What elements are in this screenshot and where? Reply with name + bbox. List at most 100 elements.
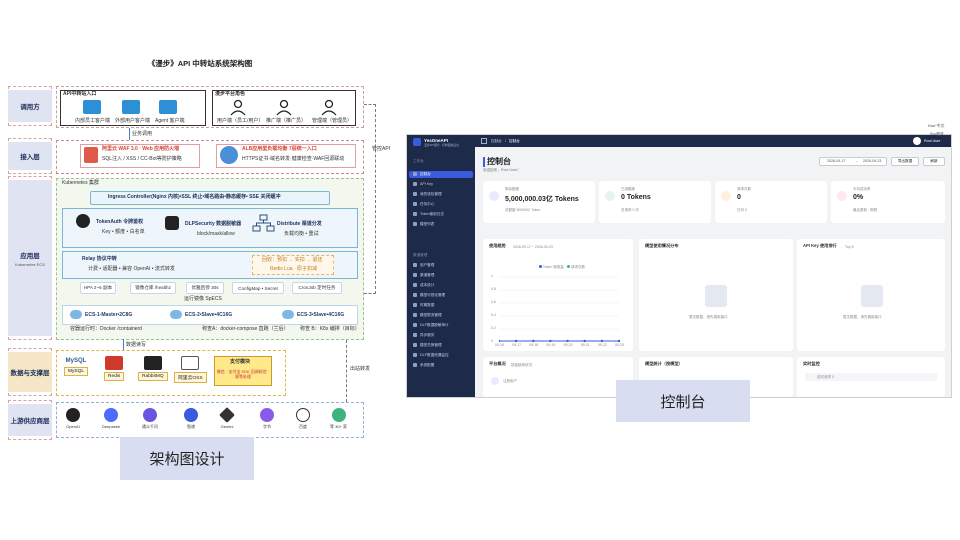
- sidebar-item-16[interactable]: 系统配置: [413, 363, 434, 368]
- sidebar-item-11[interactable]: 模型限流管理: [413, 313, 442, 318]
- bottom-sub-0: 按量使用状况: [511, 363, 532, 367]
- bottom-panel-2: 实时监控 实时请求 0: [797, 357, 945, 397]
- shield-icon: [84, 147, 98, 163]
- stat-sub-1: 总请求 0 次: [621, 208, 639, 212]
- trend-point: [617, 339, 621, 343]
- apikey-rank-panel: API Key 使用排行 Top 5 暂无数据，请先调用接口: [797, 239, 945, 351]
- diagram-title: 《漫步》API 中转站系统架构图: [147, 59, 253, 68]
- alb-sub: HTTPS证书·域名转发·健康检查·WAF回源联动: [242, 156, 345, 162]
- dlp-sub: block/mask/allow: [197, 231, 235, 237]
- store-redis: Redis: [104, 356, 125, 381]
- breadcrumb-0[interactable]: 控制台: [491, 139, 502, 143]
- sidebar-item-10[interactable]: 时期数据: [413, 303, 434, 308]
- provider-gemini: Gemini: [219, 407, 235, 429]
- link-data-label: 数据读写: [126, 342, 147, 348]
- date-from: 2026-09-17: [827, 159, 846, 163]
- usage-icon: [605, 191, 615, 201]
- title-accent: [483, 157, 485, 167]
- chip-graceful: 优雅启停 30s: [186, 282, 224, 294]
- role-0: 用户端（员工/用户）: [217, 118, 264, 124]
- menu-item-icon: [413, 293, 417, 298]
- sidebar-item-9[interactable]: 模型可视化管理: [413, 293, 445, 298]
- ecs-2: ECS-2•Slave•4C16G: [170, 310, 232, 319]
- database-icon: [165, 216, 179, 230]
- gemini-icon: [219, 407, 235, 423]
- sidebar-item-4[interactable]: Token使用日志: [413, 212, 444, 217]
- ecs-1: ECS-1-Master•2C8G: [70, 310, 132, 319]
- role-icons: [230, 99, 337, 116]
- sidebar-item-5[interactable]: 模型列表: [413, 222, 434, 227]
- lane-upstream: 上游供应商层: [8, 404, 52, 436]
- refresh-button[interactable]: 刷新: [923, 157, 945, 166]
- alb-title: ALB应用型负载均衡·7层统一入口: [242, 146, 317, 152]
- browser-icon: [122, 100, 140, 114]
- sidebar-item-15[interactable]: DLP数据泄漏监控: [413, 353, 449, 358]
- sidebar-item-12[interactable]: DLP数据脱敏审计: [413, 323, 449, 328]
- sidebar-item-8[interactable]: 成本统计: [413, 283, 434, 288]
- bottom-title-2: 实时监控: [803, 361, 820, 366]
- sidebar-item-label: 任务中心: [420, 202, 435, 206]
- menu-icon[interactable]: [481, 138, 487, 144]
- token-icon: [76, 214, 90, 228]
- dlp-title: DLPSecurity 数据脱敏器: [185, 221, 242, 227]
- stat-value-2: 0: [737, 194, 741, 201]
- menu-item-icon: [413, 323, 417, 328]
- sidebar-item-6[interactable]: 用户管理: [413, 263, 434, 268]
- rabbitmq-icon: [143, 356, 162, 370]
- stat-sub-0: 总额度 5000000 Token: [505, 208, 541, 212]
- trend-point: [549, 339, 552, 343]
- sidebar-item-14[interactable]: 模型兑换管理: [413, 343, 442, 348]
- menu-item-icon: [413, 363, 417, 368]
- provider-bytedance: 字节: [260, 408, 274, 430]
- stat-card-2: 请求次数 0 日均 0: [715, 181, 827, 223]
- lane-data: 数据与支撑层: [8, 352, 52, 392]
- waf-sub: SQL注入 / XSS / CC-Bot等防护策略: [102, 156, 182, 162]
- apikey-rank-empty: 暂无数据，请先调用接口: [843, 315, 882, 319]
- wallet-icon: [489, 191, 499, 201]
- api-entry-1: 外部用户客户端: [115, 118, 151, 124]
- dashboard-caption: 控制台: [616, 380, 750, 422]
- sidebar-item-1[interactable]: API Key: [413, 182, 433, 187]
- sidebar-item-label: 用户管理: [420, 263, 435, 267]
- api-entry-title: API中转站入口: [63, 91, 97, 97]
- export-button[interactable]: 导出数据: [891, 157, 919, 166]
- sidebar-item-label: DLP数据泄漏监控: [420, 353, 449, 357]
- sidebar-item-2[interactable]: 我的钱包管理: [413, 192, 442, 197]
- user-icon: [491, 377, 499, 385]
- store-mysql: MySQL MySQL: [64, 358, 88, 376]
- menu-item-icon: [413, 212, 417, 217]
- stat-card-3: 平均成功率 0% 最后更新 · 刚刚: [831, 181, 945, 223]
- deploy-note-1: 称查A：docker-compose 直跑（兰后）: [202, 326, 289, 332]
- pipeline-box: [62, 208, 358, 248]
- redis-icon: [105, 356, 124, 370]
- sidebar-item-7[interactable]: 渠道管理: [413, 273, 434, 278]
- openai-icon: [66, 408, 80, 422]
- trend-x-tick: 09-19: [546, 343, 556, 347]
- app-logo-icon: [413, 138, 421, 146]
- menu-item-icon: [413, 192, 417, 197]
- success-icon: [837, 191, 847, 201]
- breadcrumb-sep: /: [505, 139, 506, 143]
- diagram-caption: 架构图设计: [120, 437, 254, 480]
- trend-y-tick: 0.6: [491, 300, 496, 304]
- avatar[interactable]: [913, 137, 921, 145]
- link-service-label: 业务调用: [132, 131, 153, 137]
- sidebar-item-3[interactable]: 任务中心: [413, 202, 434, 207]
- provider-baidu: 百度: [296, 408, 310, 430]
- deploy-note-0: 容器运行时：Docker /containerd: [70, 326, 142, 332]
- sidebar-item-13[interactable]: 异步服务: [413, 333, 434, 338]
- sidebar-item-0[interactable]: 控制台: [413, 172, 431, 177]
- sidebar-item-label: 异步服务: [420, 333, 435, 337]
- chip-configmap: ConfigMap • Secret: [232, 282, 284, 294]
- topbar-user[interactable]: Root User: [924, 139, 940, 143]
- link-upstream-line: [346, 340, 347, 402]
- menu-item-icon: [413, 263, 417, 268]
- menu-item-icon: [413, 313, 417, 318]
- trend-point: [600, 339, 604, 343]
- sidebar-item-label: 控制台: [420, 172, 431, 176]
- trend-x-tick: 09-23: [615, 343, 624, 347]
- topbar: 控制台 / 控制台 Root User: [475, 135, 951, 147]
- lane-access: 接入层: [8, 142, 52, 170]
- menu-item-icon: [413, 353, 417, 358]
- trend-y-tick: 0.2: [491, 326, 496, 330]
